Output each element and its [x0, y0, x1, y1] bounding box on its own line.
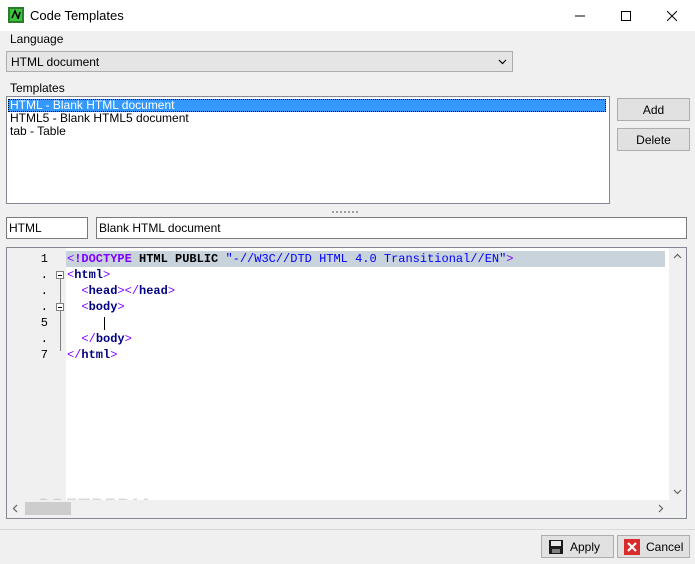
close-button[interactable] — [649, 0, 695, 31]
cancel-button[interactable]: Cancel — [617, 535, 690, 558]
code-line-4: <body> — [81, 300, 125, 314]
delete-button[interactable]: Delete — [617, 128, 690, 151]
line-number: 5 — [40, 316, 48, 330]
line-number: 1 — [40, 252, 48, 266]
horizontal-scroll-thumb[interactable] — [25, 502, 71, 515]
horizontal-scrollbar[interactable] — [7, 500, 669, 518]
scroll-down-icon[interactable] — [673, 487, 682, 496]
line-number: . — [40, 284, 48, 298]
template-description-input[interactable] — [99, 220, 682, 236]
line-number-gutter: 1 . . . 5 . 7 — [7, 248, 66, 500]
chevron-down-icon — [498, 59, 507, 65]
line-number: . — [40, 300, 48, 314]
scroll-up-icon[interactable] — [673, 252, 682, 261]
templates-list[interactable]: HTML - Blank HTML document HTML5 - Blank… — [6, 96, 610, 204]
add-button[interactable]: Add — [617, 98, 690, 121]
language-dropdown[interactable]: HTML document — [6, 51, 513, 72]
window-title: Code Templates — [30, 8, 124, 23]
save-disk-icon — [549, 539, 563, 554]
scroll-right-icon[interactable] — [656, 504, 665, 513]
vertical-scrollbar[interactable] — [669, 248, 686, 500]
code-line-7: </html> — [67, 348, 118, 362]
maximize-button[interactable] — [603, 0, 649, 31]
fold-collapse-icon[interactable] — [56, 271, 64, 279]
title-bar: Code Templates — [0, 0, 695, 31]
line-number: 7 — [40, 348, 48, 362]
language-selected-value: HTML document — [11, 55, 100, 69]
close-icon — [667, 10, 677, 21]
fold-line — [60, 311, 61, 351]
template-list-item[interactable]: HTML5 - Blank HTML5 document — [8, 112, 606, 125]
code-line-2: <html> — [67, 268, 111, 282]
code-line-1: <!DOCTYPE HTML PUBLIC "-//W3C//DTD HTML … — [67, 252, 514, 266]
maximize-icon — [621, 10, 631, 21]
code-templates-app-icon — [8, 7, 24, 23]
line-number: . — [40, 268, 48, 282]
code-line-3: <head></head> — [81, 284, 176, 298]
cancel-x-icon — [624, 538, 640, 555]
minimize-icon — [575, 15, 585, 16]
footer-divider — [0, 529, 695, 530]
template-name-input[interactable] — [9, 220, 83, 236]
scrollbar-corner — [669, 500, 686, 518]
splitter-handle[interactable] — [332, 211, 362, 215]
template-name-field[interactable] — [6, 217, 88, 239]
line-number: . — [40, 332, 48, 346]
code-line-6: </body> — [81, 332, 132, 346]
fold-line — [60, 279, 61, 303]
template-description-field[interactable] — [96, 217, 687, 239]
apply-button[interactable]: Apply — [541, 535, 614, 558]
fold-collapse-icon[interactable] — [56, 303, 64, 311]
text-caret — [104, 317, 105, 330]
templates-label: Templates — [10, 81, 65, 95]
apply-label: Apply — [570, 539, 601, 554]
scroll-left-icon[interactable] — [11, 504, 20, 513]
code-editor[interactable]: 1 . . . 5 . 7 SOFTPEDIA <!DOCTYPE HTML P… — [6, 247, 687, 519]
minimize-button[interactable] — [557, 0, 603, 31]
cancel-label: Cancel — [646, 539, 684, 554]
template-list-item[interactable]: tab - Table — [8, 125, 606, 138]
language-label: Language — [10, 32, 64, 46]
